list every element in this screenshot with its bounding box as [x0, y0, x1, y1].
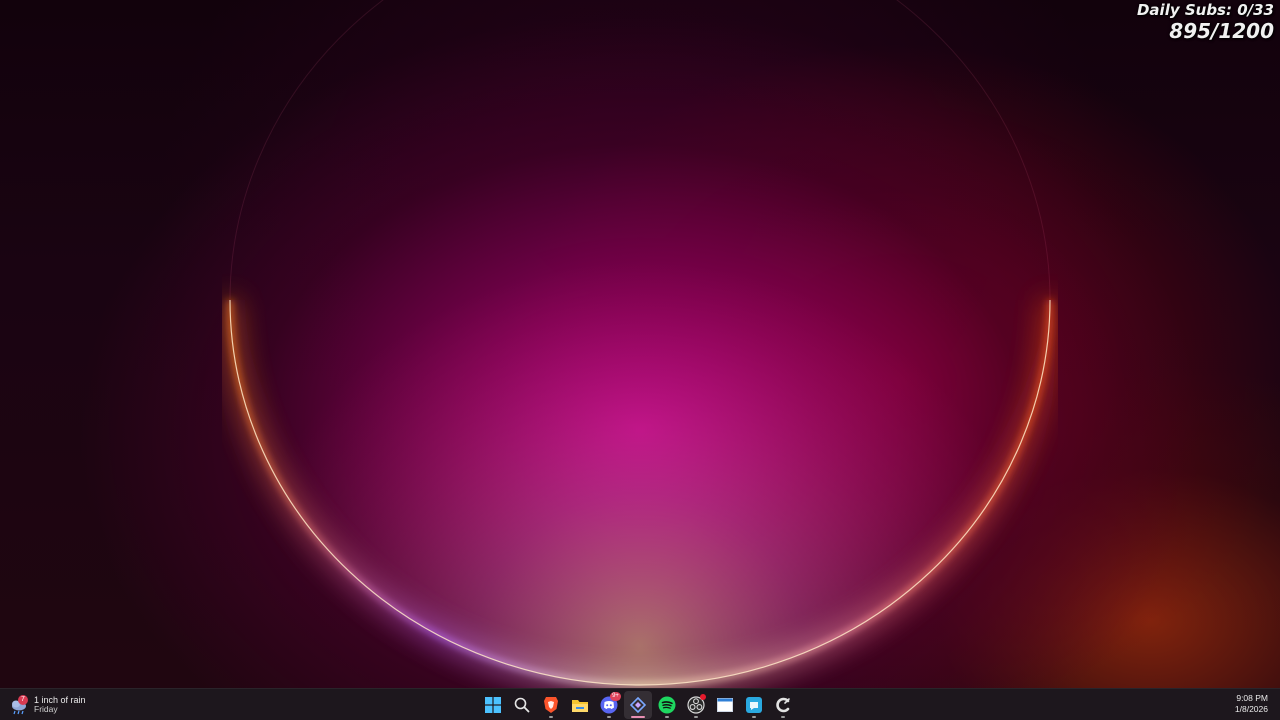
diamond-app-icon [630, 697, 646, 713]
taskbar-apps: 9+ [479, 691, 797, 719]
system-clock[interactable]: 9:08 PM 1/8/2026 [1235, 693, 1268, 714]
folder-icon [572, 699, 588, 712]
daily-subs-label: Daily Subs: 0/33 [1136, 1, 1274, 19]
teal-app-taskbar-button[interactable] [740, 691, 768, 719]
clock-time: 9:08 PM [1236, 693, 1268, 703]
search-icon [514, 697, 530, 713]
desktop-wallpaper: Daily Subs: 0/33 895/1200 [0, 0, 1280, 688]
spotify-icon [658, 696, 676, 714]
spotify-taskbar-button[interactable] [653, 691, 681, 719]
teal-app-icon [746, 697, 762, 713]
brave-browser-icon [544, 697, 558, 713]
ccleaner-taskbar-button[interactable] [769, 691, 797, 719]
subscriber-counter-overlay: Daily Subs: 0/33 895/1200 [1136, 1, 1274, 43]
windows-logo-icon [485, 697, 501, 713]
start-button[interactable] [479, 691, 507, 719]
total-subs-label: 895/1200 [1169, 18, 1274, 43]
clock-date: 1/8/2026 [1234, 703, 1268, 714]
window-app-taskbar-button[interactable] [711, 691, 739, 719]
weather-widget[interactable]: 7 1 inch of rain Friday [10, 692, 86, 718]
discord-notification-badge: 9+ [610, 692, 621, 701]
obs-taskbar-button[interactable] [682, 691, 710, 719]
recording-indicator [700, 694, 706, 700]
window-icon [717, 698, 733, 712]
search-button[interactable] [508, 691, 536, 719]
weather-day: Friday [34, 704, 58, 715]
wallpaper-orb [225, 0, 1055, 688]
rain-cloud-icon: 7 [10, 695, 28, 715]
taskbar: 7 1 inch of rain Friday 9+ 9:08 PM 1/8/2… [0, 688, 1280, 720]
brave-taskbar-button[interactable] [537, 691, 565, 719]
active-app-taskbar-button[interactable] [624, 691, 652, 719]
ccleaner-icon [776, 697, 790, 713]
weather-alert-badge: 7 [18, 695, 28, 705]
file-explorer-taskbar-button[interactable] [566, 691, 594, 719]
discord-taskbar-button[interactable]: 9+ [595, 691, 623, 719]
